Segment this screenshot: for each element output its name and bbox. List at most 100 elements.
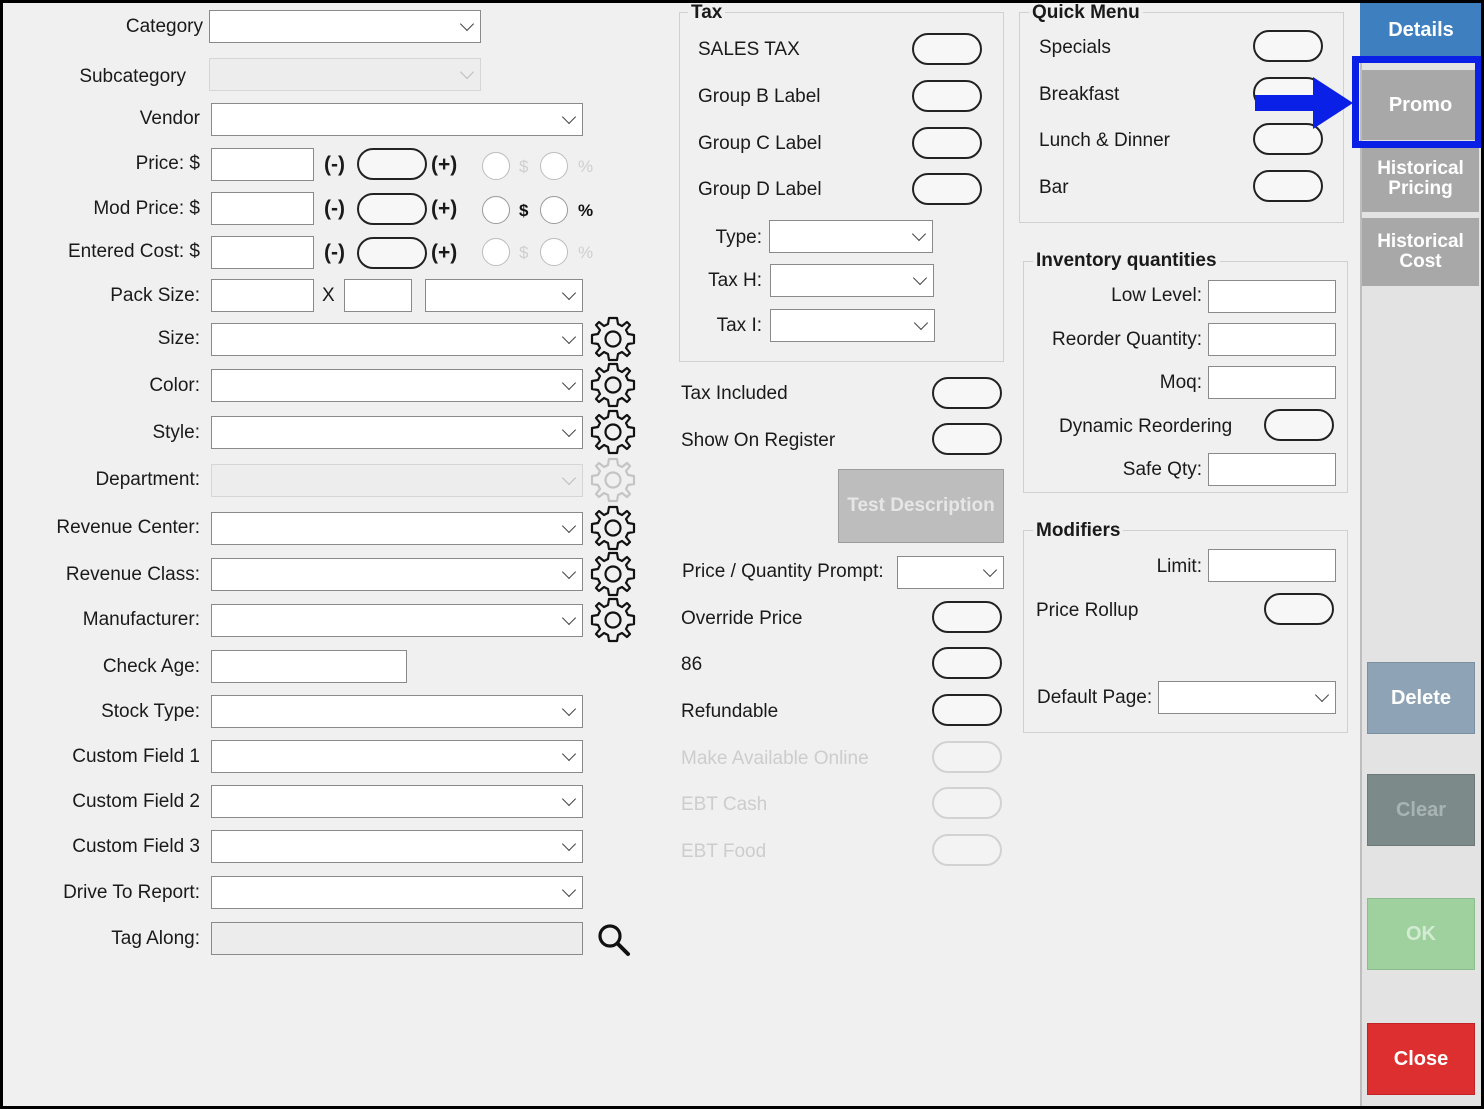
tag-along-input[interactable] xyxy=(211,922,583,955)
revenue-class-settings-gear-icon[interactable] xyxy=(589,550,637,598)
mod-price-dollar-radio[interactable] xyxy=(482,196,510,224)
test-description-button[interactable]: Test Description xyxy=(838,469,1004,543)
mod-price-percent-radio[interactable] xyxy=(540,196,568,224)
price-quantity-prompt-select[interactable] xyxy=(897,556,1004,589)
show-on-register-toggle[interactable] xyxy=(932,423,1002,455)
drive-to-report-select[interactable] xyxy=(211,876,583,909)
details-button[interactable]: Details xyxy=(1360,0,1482,60)
quick-menu-item-toggle[interactable] xyxy=(1253,170,1323,202)
price-input[interactable] xyxy=(211,148,314,181)
entered-cost-sign-toggle[interactable] xyxy=(357,237,427,269)
dynamic-reordering-toggle[interactable] xyxy=(1264,409,1334,441)
pack-count-input[interactable] xyxy=(344,279,412,312)
chevron-down-icon xyxy=(1314,687,1330,703)
revenue-class-label: Revenue Class: xyxy=(65,564,200,585)
refundable-toggle[interactable] xyxy=(932,694,1002,726)
sales-tax-toggle[interactable] xyxy=(912,33,982,65)
department-select[interactable] xyxy=(211,464,583,497)
group-b-toggle[interactable] xyxy=(912,80,982,112)
tax-h-select[interactable] xyxy=(770,264,934,297)
pack-unit-select[interactable] xyxy=(425,279,583,312)
ebt-cash-toggle[interactable] xyxy=(932,787,1002,819)
entered-cost-percent-radio[interactable] xyxy=(540,238,568,266)
revenue-center-select[interactable] xyxy=(211,512,583,545)
color-settings-gear-icon[interactable] xyxy=(589,361,637,409)
close-button[interactable]: Close xyxy=(1367,1023,1475,1095)
moq-input[interactable] xyxy=(1208,366,1336,399)
tax-included-label: Tax Included xyxy=(681,383,788,404)
safe-qty-input[interactable] xyxy=(1208,453,1336,486)
group-d-toggle[interactable] xyxy=(912,173,982,205)
price-rollup-toggle[interactable] xyxy=(1264,593,1334,625)
size-label: Size: xyxy=(157,328,200,349)
category-select[interactable] xyxy=(209,10,481,43)
mod-price-sign-toggle[interactable] xyxy=(357,193,427,225)
custom-field-2-select[interactable] xyxy=(211,785,583,818)
chevron-down-icon xyxy=(561,564,577,580)
clear-button[interactable]: Clear xyxy=(1367,774,1475,846)
make-available-online-toggle[interactable] xyxy=(932,741,1002,773)
modifiers-limit-label: Limit: xyxy=(1156,556,1202,577)
price-rollup-label: Price Rollup xyxy=(1036,600,1139,621)
override-price-toggle[interactable] xyxy=(932,601,1002,633)
manufacturer-select[interactable] xyxy=(211,604,583,637)
reorder-quantity-label: Reorder Quantity: xyxy=(1052,329,1202,350)
tax-included-toggle[interactable] xyxy=(932,377,1002,409)
entered-cost-percent-label: % xyxy=(578,243,594,262)
department-label: Department: xyxy=(95,469,200,490)
promo-highlight-box xyxy=(1352,56,1482,148)
search-icon[interactable] xyxy=(596,922,632,958)
size-settings-gear-icon[interactable] xyxy=(589,315,637,363)
color-select[interactable] xyxy=(211,369,583,402)
price-sign-toggle[interactable] xyxy=(357,148,427,180)
delete-button[interactable]: Delete xyxy=(1367,662,1475,734)
ebt-food-toggle[interactable] xyxy=(932,834,1002,866)
safe-qty-label: Safe Qty: xyxy=(1122,459,1202,480)
group-c-toggle[interactable] xyxy=(912,127,982,159)
entered-cost-input[interactable] xyxy=(211,236,314,269)
revenue-center-settings-gear-icon[interactable] xyxy=(589,504,637,552)
historical-cost-button[interactable]: Historical Cost xyxy=(1362,218,1479,286)
vendor-select[interactable] xyxy=(211,103,583,136)
price-percent-radio[interactable] xyxy=(540,152,568,180)
custom-field-3-select[interactable] xyxy=(211,830,583,863)
check-age-input[interactable] xyxy=(211,650,407,683)
subcategory-select[interactable] xyxy=(209,58,481,91)
style-settings-gear-icon[interactable] xyxy=(589,408,637,456)
pack-size-input[interactable] xyxy=(211,279,314,312)
chevron-down-icon xyxy=(561,329,577,345)
stock-type-select[interactable] xyxy=(211,695,583,728)
entered-cost-dollar-radio[interactable] xyxy=(482,238,510,266)
chevron-down-icon xyxy=(911,226,927,242)
group-d-label: Group D Label xyxy=(698,179,822,200)
eighty-six-toggle[interactable] xyxy=(932,647,1002,679)
inventory-quantities-title: Inventory quantities xyxy=(1033,250,1220,272)
price-dollar-radio[interactable] xyxy=(482,152,510,180)
department-settings-gear-icon[interactable] xyxy=(589,456,637,504)
tax-type-select[interactable] xyxy=(769,220,933,253)
vendor-label: Vendor xyxy=(139,108,200,129)
entered-cost-plus-label: (+) xyxy=(431,241,458,264)
manufacturer-settings-gear-icon[interactable] xyxy=(589,596,637,644)
default-page-select[interactable] xyxy=(1158,681,1336,714)
mod-price-dollar-label: $ xyxy=(519,201,529,220)
price-minus-label: (-) xyxy=(324,153,345,176)
quick-menu-item-label: Breakfast xyxy=(1039,84,1120,105)
revenue-class-select[interactable] xyxy=(211,558,583,591)
style-label: Style: xyxy=(152,422,200,443)
tax-type-label: Type: xyxy=(715,227,762,248)
reorder-quantity-input[interactable] xyxy=(1208,323,1336,356)
make-available-online-label: Make Available Online xyxy=(681,748,869,769)
size-select[interactable] xyxy=(211,323,583,356)
quick-menu-item-toggle[interactable] xyxy=(1253,30,1323,62)
low-level-input[interactable] xyxy=(1208,280,1336,313)
historical-pricing-button[interactable]: Historical Pricing xyxy=(1362,146,1479,212)
style-select[interactable] xyxy=(211,416,583,449)
mod-price-input[interactable] xyxy=(211,192,314,225)
modifiers-limit-input[interactable] xyxy=(1208,549,1336,582)
chevron-down-icon xyxy=(561,109,577,125)
ok-button[interactable]: OK xyxy=(1367,898,1475,970)
custom-field-1-select[interactable] xyxy=(211,740,583,773)
color-label: Color: xyxy=(149,375,200,396)
tax-i-select[interactable] xyxy=(770,309,935,342)
